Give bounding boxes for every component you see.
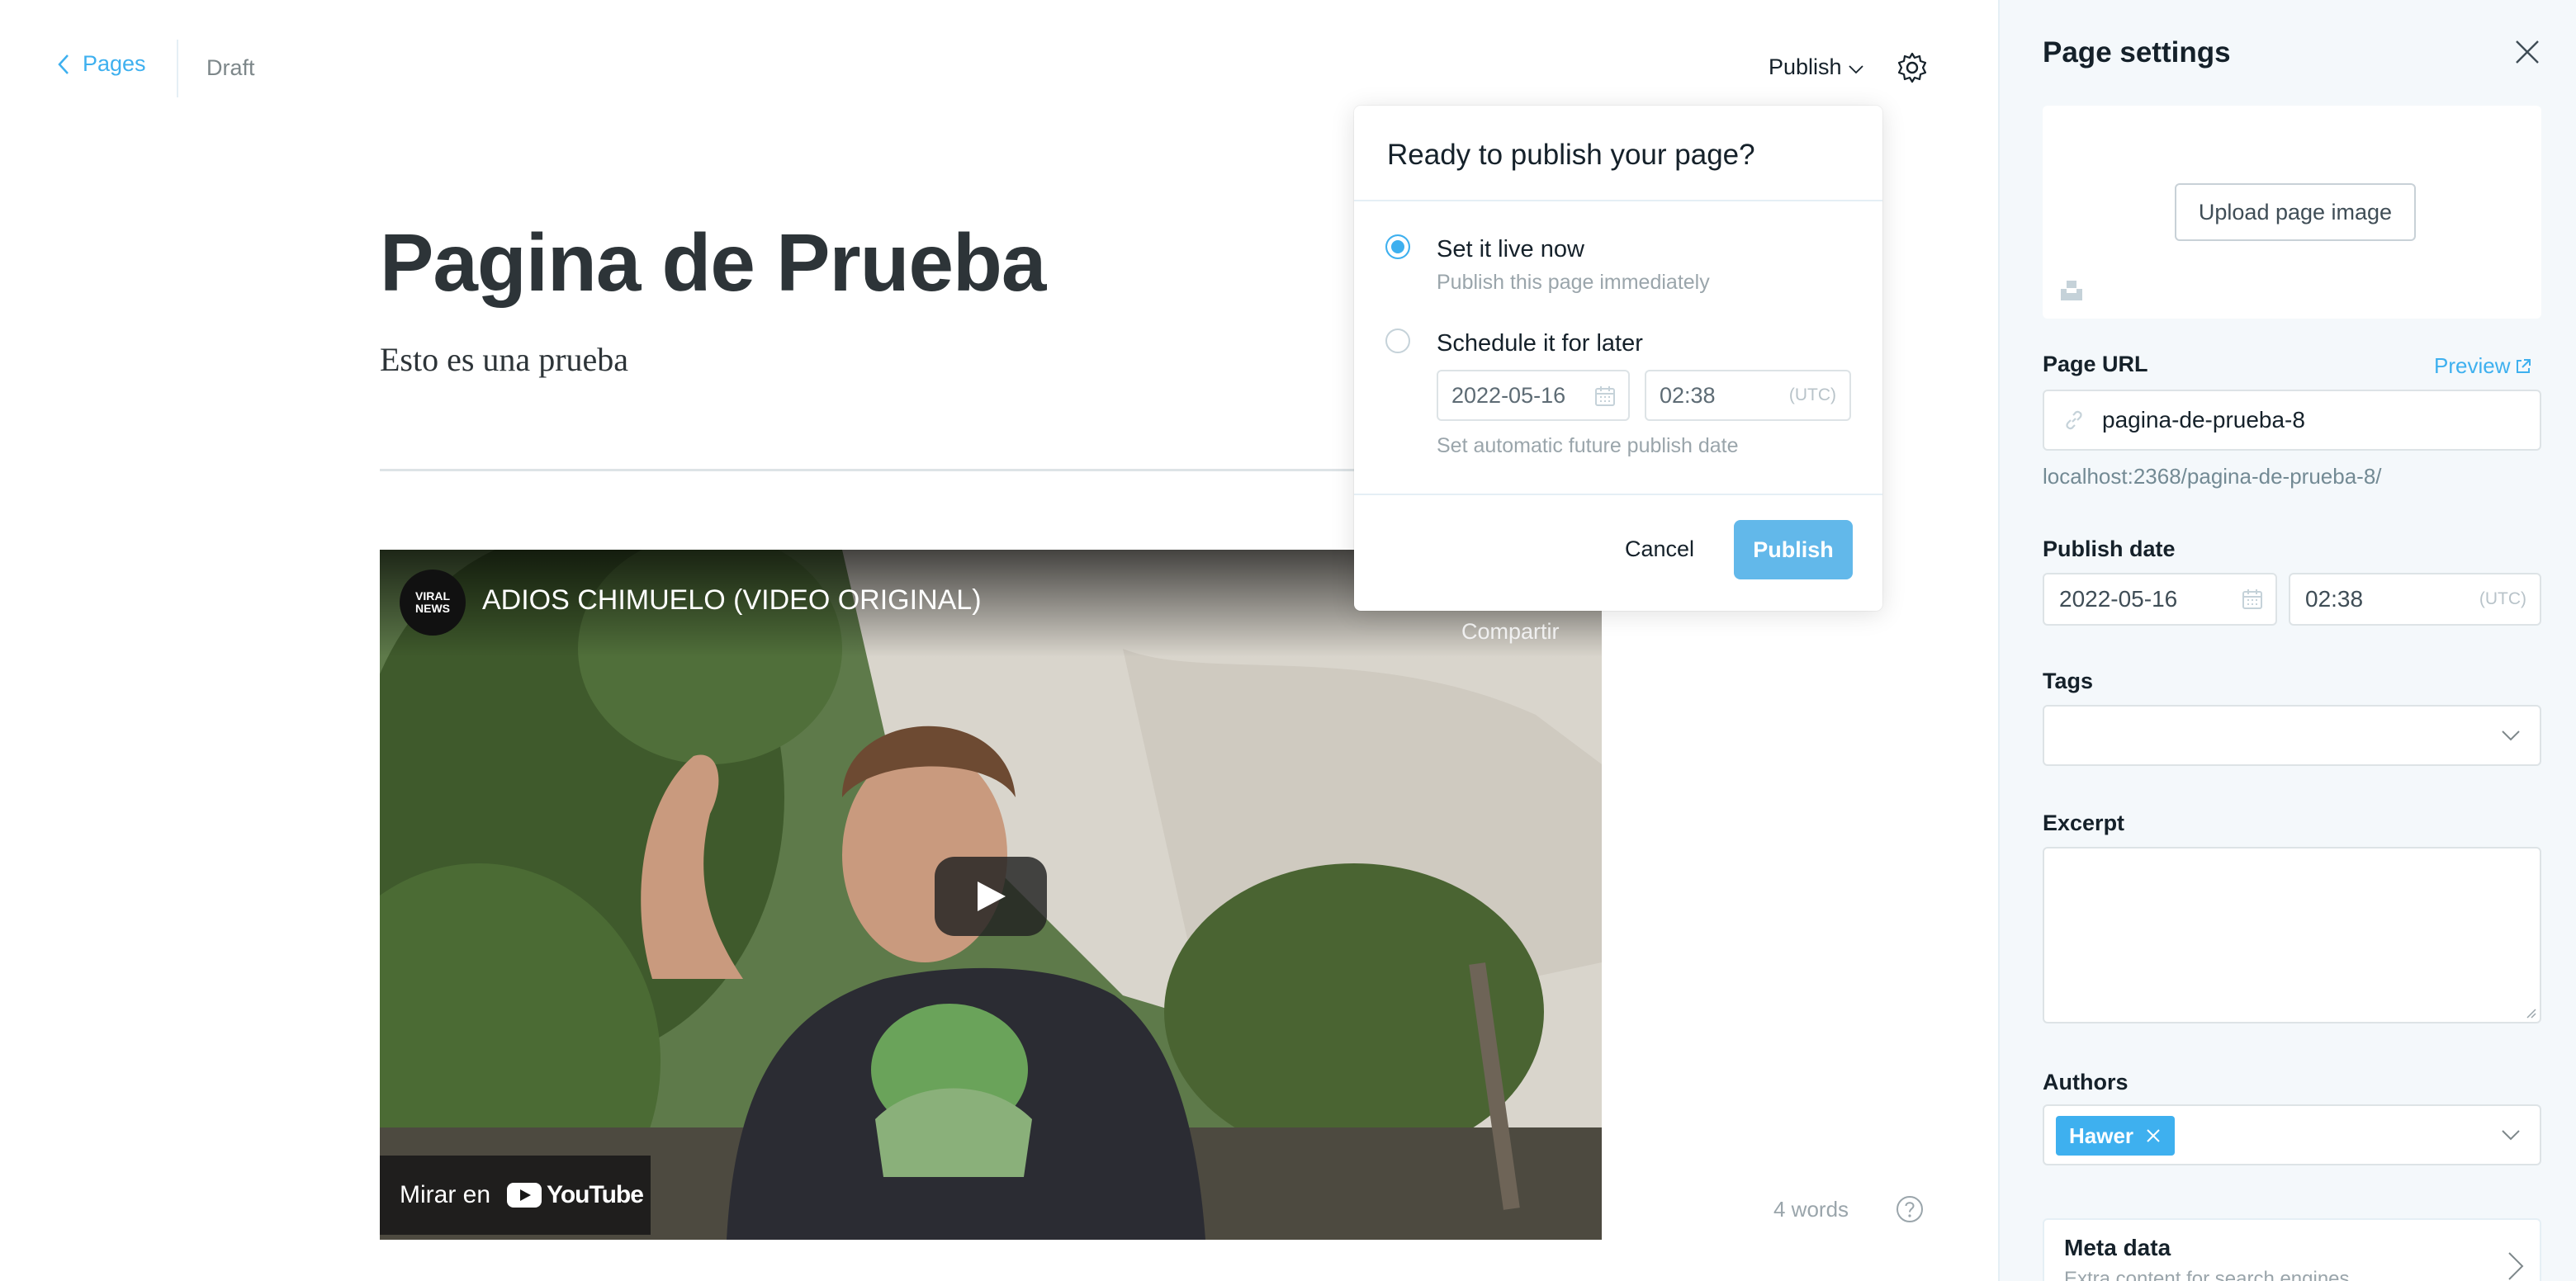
radio-set-live-now[interactable] <box>1385 234 1410 259</box>
calendar-icon[interactable] <box>1593 385 1617 408</box>
watch-on-label: Mirar en <box>400 1181 491 1208</box>
popover-title: Ready to publish your page? <box>1387 139 1755 171</box>
youtube-play-badge-icon <box>507 1183 542 1208</box>
resize-handle-icon[interactable] <box>2523 1005 2536 1019</box>
publish-time-value: 02:38 <box>2305 586 2364 612</box>
close-icon[interactable] <box>2513 38 2541 66</box>
tags-label: Tags <box>2043 669 2094 693</box>
option-later-description: Set automatic future publish date <box>1437 434 1739 457</box>
cancel-button[interactable]: Cancel <box>1625 537 1694 562</box>
chevron-down-icon <box>1848 64 1863 73</box>
timezone-label: (UTC) <box>1788 385 1836 404</box>
author-chip[interactable]: Hawer <box>2056 1116 2176 1156</box>
page-image-dropzone[interactable]: Upload page image <box>2043 106 2541 319</box>
page-settings-panel: Page settings Upload page image Page URL… <box>1998 0 2576 1281</box>
youtube-wordmark: YouTube <box>547 1181 644 1208</box>
chevron-down-icon <box>2502 1130 2520 1141</box>
page-url-value: pagina-de-prueba-8 <box>2102 407 2305 433</box>
excerpt-label: Excerpt <box>2043 811 2125 835</box>
option-later-label[interactable]: Schedule it for later <box>1437 330 1643 357</box>
page-title[interactable]: Pagina de Prueba <box>380 216 1046 310</box>
schedule-time-input[interactable]: 02:38 (UTC) <box>1645 370 1851 421</box>
gear-icon[interactable] <box>1896 51 1929 84</box>
share-link[interactable]: Compartir <box>1461 619 1560 645</box>
schedule-date-value: 2022-05-16 <box>1451 382 1566 408</box>
option-now-label[interactable]: Set it live now <box>1437 236 1584 263</box>
chevron-down-icon <box>2502 730 2520 741</box>
help-icon[interactable] <box>1896 1195 1924 1223</box>
calendar-icon[interactable] <box>2241 588 2264 611</box>
upload-image-button[interactable]: Upload page image <box>2175 183 2416 241</box>
author-name: Hawer <box>2069 1123 2134 1148</box>
authors-label: Authors <box>2043 1070 2129 1094</box>
back-label: Pages <box>83 51 146 76</box>
meta-data-title: Meta data <box>2064 1235 2171 1260</box>
panel-title: Page settings <box>2043 36 2231 69</box>
popover-divider <box>1354 200 1882 201</box>
radio-schedule-later[interactable] <box>1385 329 1410 353</box>
chevron-left-icon <box>58 54 69 74</box>
watch-on-youtube-button[interactable]: Mirar en YouTube <box>380 1156 651 1235</box>
page-body-text[interactable]: Esto es una prueba <box>380 340 628 379</box>
unsplash-icon[interactable] <box>2059 277 2084 302</box>
chevron-right-icon <box>2508 1252 2524 1280</box>
full-url-hint: localhost:2368/pagina-de-prueba-8/ <box>2043 464 2382 489</box>
page-url-label: Page URL <box>2043 352 2148 376</box>
youtube-logo: YouTube <box>507 1181 644 1209</box>
meta-data-menu-item[interactable]: Meta data Extra content for search engin… <box>2043 1218 2541 1281</box>
publish-time-input[interactable]: 02:38 (UTC) <box>2289 573 2541 626</box>
meta-data-description: Extra content for search engines <box>2064 1268 2350 1281</box>
timezone-label: (UTC) <box>2479 589 2526 608</box>
channel-avatar[interactable]: VIRAL NEWS <box>400 570 466 636</box>
remove-author-icon[interactable] <box>2145 1127 2162 1144</box>
excerpt-textarea[interactable] <box>2043 847 2541 1023</box>
publish-menu-trigger[interactable]: Publish <box>1769 54 1865 80</box>
youtube-embed[interactable]: VIRAL NEWS ADIOS CHIMUELO (VIDEO ORIGINA… <box>380 550 1602 1240</box>
popover-divider <box>1354 494 1882 495</box>
external-link-icon <box>2517 358 2531 373</box>
play-icon <box>978 882 1006 911</box>
publish-date-label: Publish date <box>2043 537 2176 561</box>
status-label: Draft <box>206 55 255 80</box>
publish-menu-label: Publish <box>1769 54 1842 79</box>
play-button[interactable] <box>935 857 1047 936</box>
link-icon <box>2066 410 2082 430</box>
preview-link[interactable]: Preview <box>2434 353 2531 379</box>
word-count: 4 words <box>1773 1197 1849 1222</box>
schedule-date-input[interactable]: 2022-05-16 <box>1437 370 1630 421</box>
preview-label: Preview <box>2434 353 2511 378</box>
publish-date-input[interactable]: 2022-05-16 <box>2043 573 2277 626</box>
page-url-input[interactable]: pagina-de-prueba-8 <box>2043 390 2541 451</box>
tags-select[interactable] <box>2043 705 2541 766</box>
breadcrumb-divider <box>177 40 178 97</box>
authors-select[interactable]: Hawer <box>2043 1104 2541 1165</box>
schedule-time-value: 02:38 <box>1660 382 1716 408</box>
option-now-description: Publish this page immediately <box>1437 271 1710 294</box>
publish-date-value: 2022-05-16 <box>2059 586 2178 612</box>
back-to-pages-link[interactable]: Pages <box>54 51 146 77</box>
publish-button[interactable]: Publish <box>1734 520 1853 579</box>
publish-popover: Ready to publish your page? Set it live … <box>1354 106 1882 611</box>
video-title[interactable]: ADIOS CHIMUELO (VIDEO ORIGINAL) <box>482 584 982 617</box>
